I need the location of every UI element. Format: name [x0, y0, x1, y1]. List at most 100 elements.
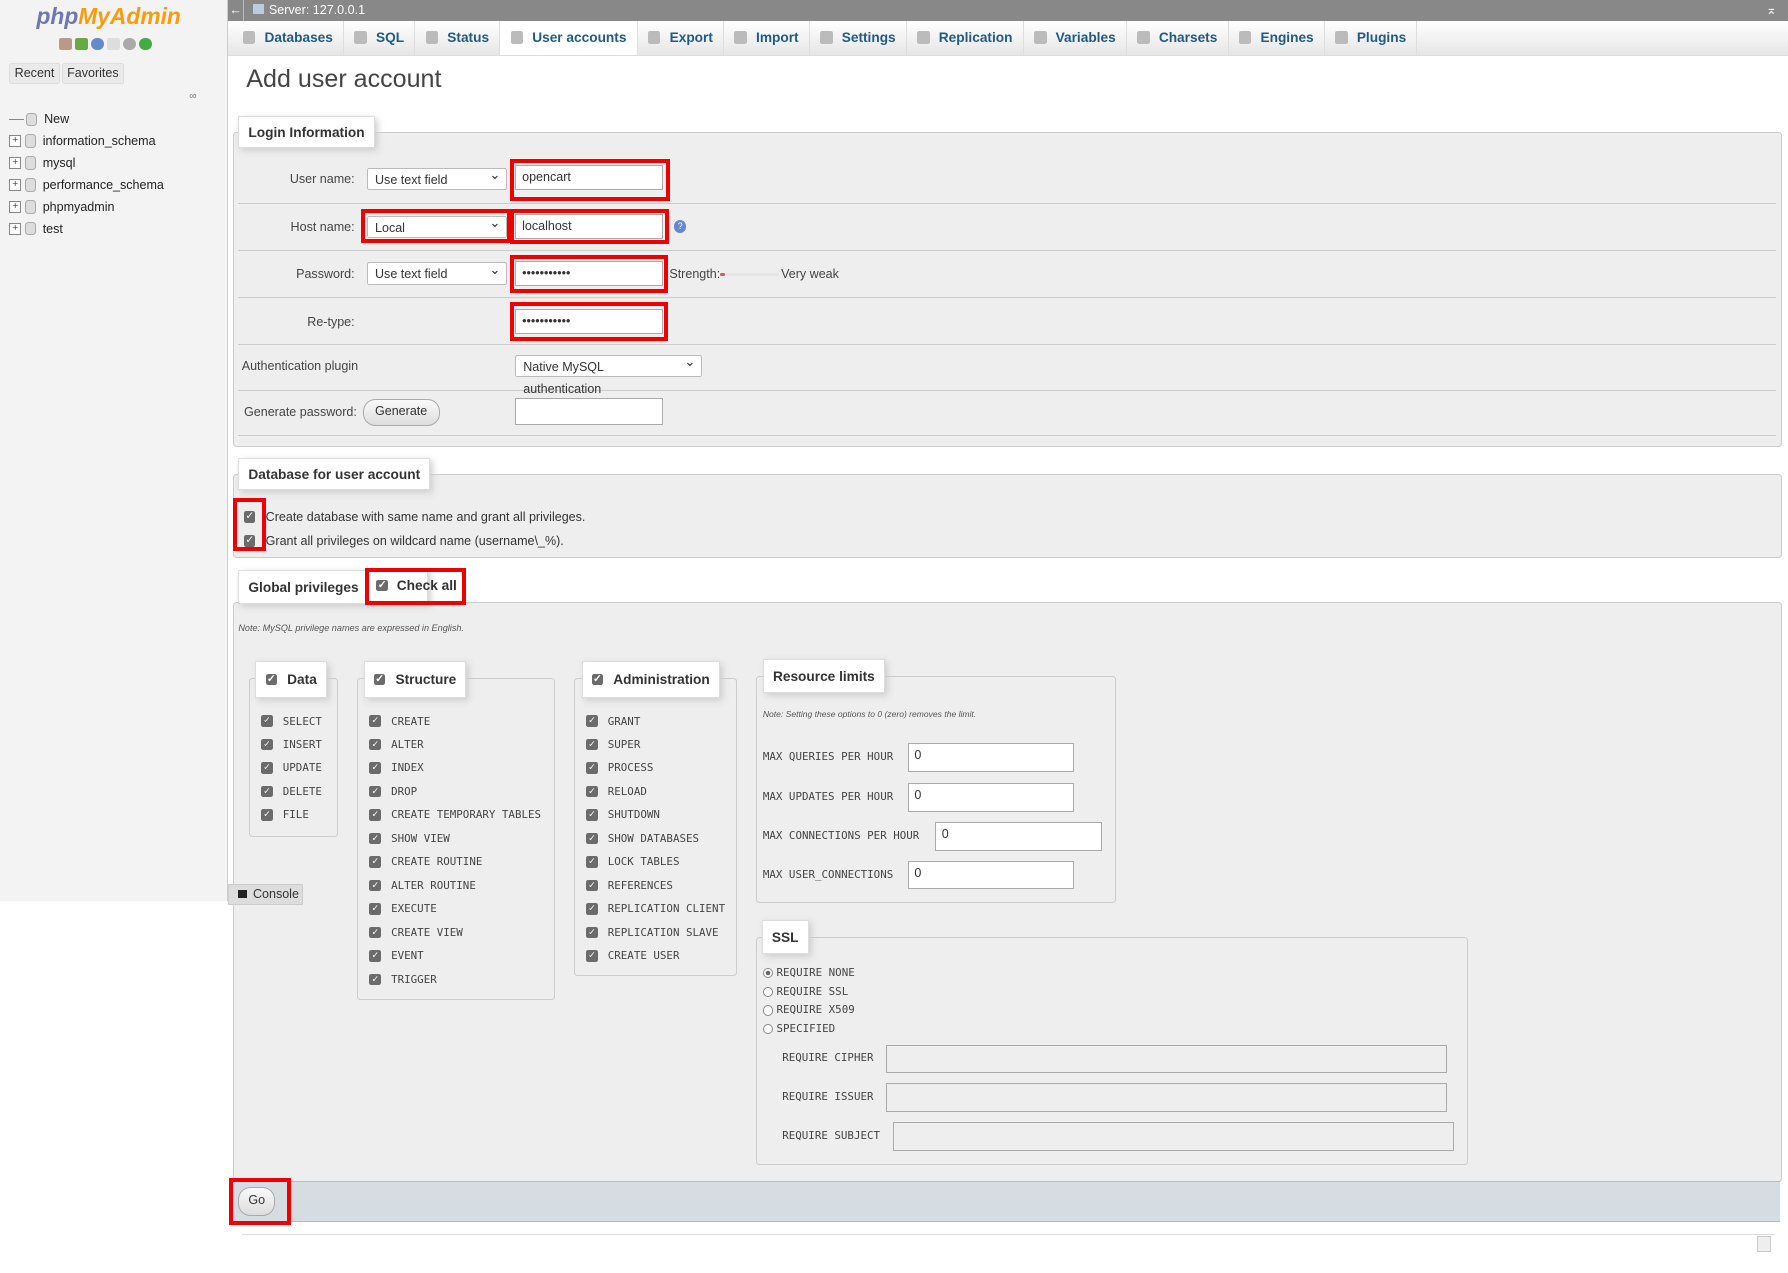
checkbox-checked-icon[interactable]: ✓ — [586, 879, 598, 892]
checkbox-checked-icon[interactable]: ✓ — [586, 832, 598, 845]
checkbox-checked-icon[interactable]: ✓ — [369, 856, 381, 868]
privilege-checkbox[interactable]: ✓ DROP — [369, 780, 541, 803]
help-icon[interactable]: ? — [673, 220, 687, 233]
expand-icon[interactable]: + — [9, 178, 22, 192]
tree-item[interactable]: + performance_schema — [9, 174, 164, 196]
checkbox-checked-icon[interactable]: ✓ — [586, 738, 598, 751]
checkbox-checked-icon[interactable]: ✓ — [586, 856, 598, 868]
auth-plugin-select[interactable]: Native MySQL authentication — [515, 351, 703, 396]
checkbox-checked-icon[interactable]: ✓ — [586, 809, 598, 821]
checkbox-checked-icon[interactable]: ✓ — [369, 738, 381, 751]
recent-button[interactable]: Recent — [9, 62, 60, 85]
ssl-radio-option[interactable]: SPECIFIED — [762, 1022, 835, 1035]
tab-settings[interactable]: Settings — [810, 20, 907, 55]
checkbox-checked-icon[interactable]: ✓ — [261, 762, 273, 774]
ssl-field-input[interactable] — [892, 1122, 1454, 1151]
checkbox-checked-icon[interactable]: ✓ — [369, 785, 381, 798]
password-mode-select[interactable]: Use text field — [367, 259, 508, 286]
username-mode-select[interactable]: Use text field — [367, 164, 508, 191]
tree-item[interactable]: + information_schema — [9, 130, 164, 152]
tab-sql[interactable]: SQL — [344, 20, 416, 55]
server-title[interactable]: Server: 127.0.0.1 — [269, 3, 365, 17]
privilege-checkbox[interactable]: ✓ TRIGGER — [369, 968, 541, 991]
docs-icon[interactable] — [107, 37, 120, 51]
privilege-checkbox[interactable]: ✓ SHOW DATABASES — [586, 827, 725, 850]
help-icon[interactable] — [91, 37, 104, 51]
resource-limit-input[interactable]: 0 — [907, 860, 1075, 890]
resource-limit-input[interactable]: 0 — [907, 783, 1075, 812]
privilege-checkbox[interactable]: ✓ PROCESS — [586, 756, 725, 779]
expand-icon[interactable]: + — [9, 200, 22, 213]
privilege-checkbox[interactable]: ✓ FILE — [261, 803, 322, 826]
generated-password-input[interactable] — [515, 397, 663, 426]
radio-icon[interactable] — [762, 987, 774, 998]
phpmyadmin-logo[interactable]: phpMyAdmin — [36, 3, 180, 30]
privilege-checkbox[interactable]: ✓ LOCK TABLES — [586, 850, 725, 873]
checkbox-checked-icon[interactable]: ✓ — [369, 949, 381, 962]
database-option-checkbox[interactable]: ✓ Grant all privileges on wildcard name (… — [244, 529, 585, 553]
logout-icon[interactable] — [75, 37, 88, 51]
privilege-checkbox[interactable]: ✓ SHOW VIEW — [369, 827, 541, 850]
privilege-checkbox[interactable]: ✓ EVENT — [369, 944, 541, 967]
checkbox-checked-icon[interactable]: ✓ — [261, 785, 273, 798]
privilege-checkbox[interactable]: ✓ CREATE VIEW — [369, 921, 541, 944]
checkbox-checked-icon[interactable]: ✓ — [369, 809, 381, 821]
tab-import[interactable]: Import — [724, 20, 810, 55]
tab-variables[interactable]: Variables — [1024, 20, 1127, 55]
checkbox-checked-icon[interactable]: ✓ — [261, 809, 273, 821]
resource-limit-input[interactable]: 0 — [935, 822, 1102, 851]
collapse-arrow-icon[interactable]: ← — [228, 0, 244, 21]
tree-item-label[interactable]: mysql — [43, 156, 76, 170]
gear-icon[interactable] — [123, 37, 136, 51]
checkbox-checked-icon[interactable]: ✓ — [586, 715, 598, 727]
expand-icon[interactable]: + — [9, 135, 22, 148]
tree-item-label[interactable]: performance_schema — [43, 178, 164, 192]
console-button[interactable]: Console — [228, 883, 304, 906]
expand-icon[interactable]: + — [9, 156, 22, 170]
privilege-checkbox[interactable]: ✓ RELOAD — [586, 780, 725, 803]
privilege-checkbox[interactable]: ✓ GRANT — [586, 709, 725, 732]
checkbox-checked-icon[interactable]: ✓ — [261, 738, 273, 751]
tab-user-accounts[interactable]: User accounts — [500, 20, 638, 55]
privilege-checkbox[interactable]: ✓ CREATE TEMPORARY TABLES — [369, 803, 541, 826]
tab-databases[interactable]: Databases — [233, 20, 345, 55]
tree-item-label[interactable]: New — [44, 112, 69, 126]
page-settings-icon[interactable] — [1757, 1236, 1771, 1252]
checkbox-checked-icon[interactable]: ✓ — [586, 949, 598, 962]
privilege-checkbox[interactable]: ✓ DELETE — [261, 780, 322, 803]
checkbox-checked-icon[interactable]: ✓ — [265, 673, 277, 686]
administration-legend[interactable]: ✓ Administration — [581, 661, 720, 698]
radio-icon[interactable] — [762, 967, 774, 978]
checkbox-checked-icon[interactable]: ✓ — [369, 832, 381, 845]
ssl-field-input[interactable] — [886, 1044, 1448, 1073]
privilege-checkbox[interactable]: ✓ INSERT — [261, 733, 322, 756]
favorites-button[interactable]: Favorites — [61, 62, 125, 85]
ssl-radio-option[interactable]: REQUIRE SSL — [762, 985, 848, 998]
database-option-checkbox[interactable]: ✓ Create database with same name and gran… — [244, 505, 585, 529]
checkbox-checked-icon[interactable]: ✓ — [586, 762, 598, 774]
tree-item[interactable]: + test — [9, 218, 164, 240]
ssl-radio-option[interactable]: REQUIRE X509 — [762, 1003, 855, 1016]
radio-icon[interactable] — [762, 1005, 774, 1016]
data-legend[interactable]: ✓ Data — [255, 661, 327, 698]
tab-engines[interactable]: Engines — [1229, 20, 1325, 55]
privilege-checkbox[interactable]: ✓ SHUTDOWN — [586, 803, 725, 826]
link-icon[interactable]: ∞ — [189, 91, 196, 102]
privilege-checkbox[interactable]: ✓ INDEX — [369, 756, 541, 779]
checkbox-checked-icon[interactable]: ✓ — [369, 879, 381, 892]
tree-item[interactable]: + phpmyadmin — [9, 196, 164, 218]
tab-export[interactable]: Export — [638, 20, 725, 55]
privilege-checkbox[interactable]: ✓ ALTER — [369, 733, 541, 756]
privilege-checkbox[interactable]: ✓ SELECT — [261, 709, 322, 732]
privilege-checkbox[interactable]: ✓ SUPER — [586, 733, 725, 756]
structure-legend[interactable]: ✓ Structure — [363, 661, 467, 698]
checkbox-checked-icon[interactable]: ✓ — [373, 673, 386, 686]
checkbox-checked-icon[interactable]: ✓ — [369, 762, 381, 774]
privilege-checkbox[interactable]: ✓ REPLICATION CLIENT — [586, 897, 725, 920]
radio-icon[interactable] — [762, 1023, 774, 1034]
checkbox-checked-icon[interactable]: ✓ — [261, 715, 273, 727]
checkbox-checked-icon[interactable]: ✓ — [369, 926, 381, 939]
reload-icon[interactable] — [138, 37, 152, 51]
ssl-field-input[interactable] — [886, 1083, 1448, 1112]
privilege-checkbox[interactable]: ✓ CREATE USER — [586, 944, 725, 967]
